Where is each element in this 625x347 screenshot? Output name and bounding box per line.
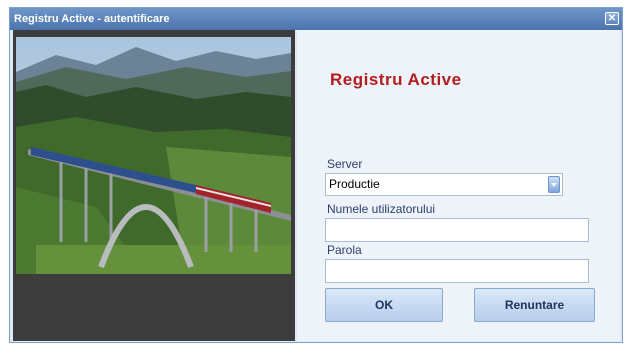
chevron-down-icon[interactable] bbox=[548, 176, 560, 193]
server-select-value: Productie bbox=[329, 177, 380, 191]
ok-button[interactable]: OK bbox=[325, 288, 443, 322]
cancel-button[interactable]: Renuntare bbox=[474, 288, 595, 322]
server-label: Server bbox=[327, 157, 363, 171]
app-title: Registru Active bbox=[330, 70, 462, 89]
password-label: Parola bbox=[327, 243, 362, 257]
close-icon[interactable]: ✕ bbox=[605, 12, 619, 25]
landscape-photo bbox=[16, 37, 291, 274]
username-label: Numele utilizatorului bbox=[327, 202, 436, 216]
window-title: Registru Active - autentificare bbox=[14, 13, 170, 25]
window-titlebar[interactable]: Registru Active - autentificare ✕ bbox=[10, 8, 622, 30]
server-select[interactable]: Productie bbox=[325, 173, 563, 196]
image-panel bbox=[13, 30, 295, 341]
password-input[interactable] bbox=[325, 259, 589, 283]
username-input[interactable] bbox=[325, 218, 589, 242]
login-window: Registru Active - autentificare ✕ Regist… bbox=[9, 7, 623, 343]
login-form-panel: Registru Active Server Productie Numele … bbox=[297, 30, 620, 341]
